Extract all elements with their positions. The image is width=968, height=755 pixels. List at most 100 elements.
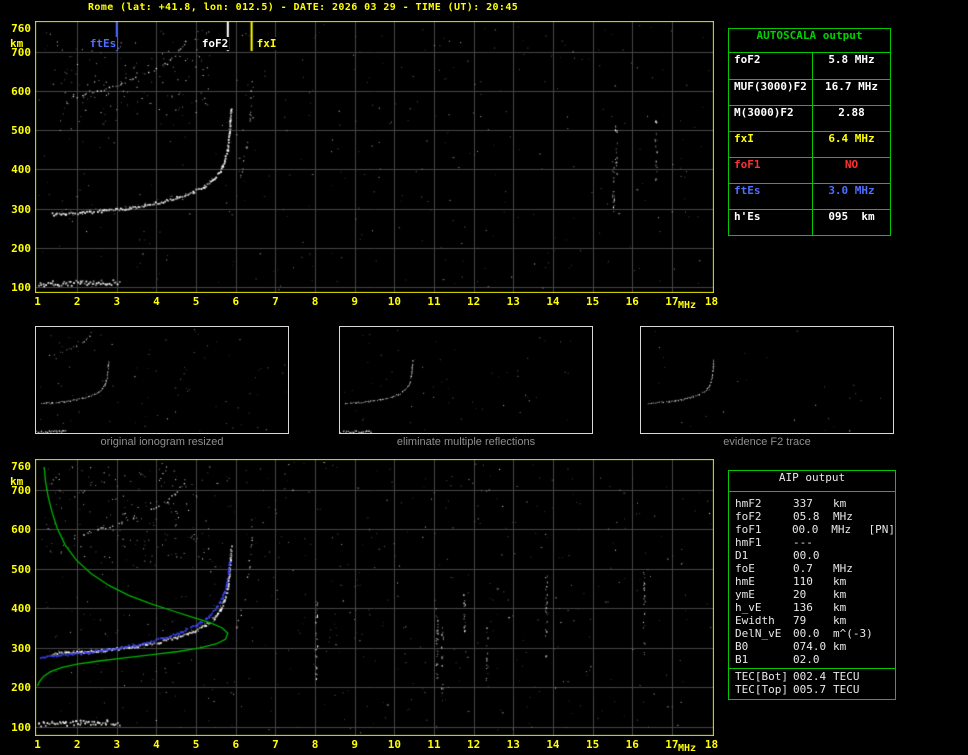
aip-row-b0: B0 074.0 km bbox=[729, 640, 895, 653]
row-label: D1 bbox=[735, 549, 749, 562]
row-unit: TECU bbox=[833, 670, 860, 683]
aip-row-tecbot: TEC[Bot] 002.4 TECU bbox=[729, 670, 895, 683]
row-unit: MHz bbox=[833, 510, 853, 523]
x-axis-label: 18 bbox=[704, 738, 719, 751]
row-value: 002.4 bbox=[793, 670, 827, 683]
row-value: 00.0 bbox=[793, 627, 820, 640]
thumbnail-f2-trace-canvas bbox=[641, 327, 893, 433]
row-label: foF1 bbox=[735, 523, 762, 536]
thumbnail-original-ionogram bbox=[35, 326, 289, 434]
mhz-unit-label: MHz bbox=[678, 300, 697, 311]
row-label: DelN_vE bbox=[735, 627, 782, 640]
aip-row-fof2: foF2 05.8 MHz bbox=[729, 510, 895, 523]
x-axis-label: 9 bbox=[351, 738, 358, 751]
row-extra bbox=[871, 670, 895, 683]
x-axis-label: 5 bbox=[192, 295, 200, 308]
x-axis-label: 7 bbox=[272, 295, 279, 308]
row-extra bbox=[871, 562, 895, 575]
thumbnail-multiple-reflections bbox=[339, 326, 593, 434]
row-unit bbox=[833, 549, 871, 562]
x-axis-label: 2 bbox=[73, 295, 81, 308]
row-extra bbox=[871, 640, 895, 653]
row-label: M(3000)F2 bbox=[729, 106, 813, 131]
row-label: B1 bbox=[735, 653, 749, 666]
aip-row-foe: foE 0.7 MHz bbox=[729, 562, 895, 575]
x-axis-label: 10 bbox=[387, 295, 401, 308]
thumbnail-caption-reflections: eliminate multiple reflections bbox=[396, 436, 536, 448]
x-axis-label: 15 bbox=[585, 738, 600, 751]
thumbnail-original-canvas bbox=[36, 327, 288, 433]
row-value: 5.8 MHz bbox=[828, 53, 875, 66]
x-axis-label: 4 bbox=[153, 738, 160, 751]
row-value: NO bbox=[844, 158, 859, 171]
row-extra bbox=[871, 601, 895, 614]
autoscala-row-hes: h'Es 095 km bbox=[729, 209, 890, 235]
row-unit bbox=[833, 653, 871, 666]
x-axis-label: 2 bbox=[73, 738, 81, 751]
row-extra bbox=[871, 549, 895, 562]
row-label: foF2 bbox=[735, 510, 762, 523]
thumbnail-caption-original: original ionogram resized bbox=[100, 436, 224, 448]
thumbnail-multiple-reflections-canvas bbox=[340, 327, 592, 433]
row-value: 136 bbox=[793, 601, 813, 614]
row-extra bbox=[871, 683, 895, 696]
row-unit: km bbox=[833, 640, 847, 653]
row-value: 074.0 bbox=[793, 640, 827, 653]
y-axis-label: 400 bbox=[11, 163, 31, 177]
tec-separator bbox=[729, 668, 895, 669]
x-axis-label: 7 bbox=[272, 738, 279, 751]
aip-row-d1: D1 00.0 bbox=[729, 549, 895, 562]
x-axis-label: 12 bbox=[467, 295, 481, 308]
row-label: ymE bbox=[735, 588, 755, 601]
row-value: 3.0 MHz bbox=[828, 184, 875, 197]
autoscala-output-panel: AUTOSCALA output foF2 5.8 MHz MUF(3000)F2 1… bbox=[728, 28, 891, 236]
bottom-ionogram-canvas bbox=[35, 459, 714, 736]
row-label: hmE bbox=[735, 575, 755, 588]
row-label: hmF2 bbox=[735, 497, 762, 510]
autoscala-title: AUTOSCALA output bbox=[729, 29, 890, 53]
x-axis-label: 3 bbox=[113, 295, 121, 308]
row-label: ftEs bbox=[729, 184, 813, 209]
y-axis-label: 200 bbox=[11, 681, 31, 695]
autoscala-rows: foF2 5.8 MHz MUF(3000)F2 16.7 MHz M(3000)F2 2… bbox=[729, 53, 890, 235]
row-unit: km bbox=[833, 614, 847, 627]
x-axis-label: 5 bbox=[192, 738, 200, 751]
aip-row-yme: ymE 20 km bbox=[729, 588, 895, 601]
row-extra bbox=[871, 536, 895, 549]
x-axis-label: 13 bbox=[506, 295, 520, 308]
aip-row-hve: h_vE 136 km bbox=[729, 601, 895, 614]
x-axis-label: 13 bbox=[506, 738, 520, 751]
row-label: Ewidth bbox=[735, 614, 775, 627]
row-value: 0.7 bbox=[793, 562, 813, 575]
thumbnail-caption-f2: evidence F2 trace bbox=[723, 436, 811, 448]
row-unit bbox=[833, 536, 871, 549]
x-axis-label: 14 bbox=[546, 738, 560, 751]
y-axis-label: 500 bbox=[11, 124, 31, 138]
row-unit: m^(-3) bbox=[833, 627, 873, 640]
aip-row-b1: B1 02.0 bbox=[729, 653, 895, 666]
autoscala-row-fxi: fxI 6.4 MHz bbox=[729, 131, 890, 157]
autoscala-row-muf3000f2: MUF(3000)F2 16.7 MHz bbox=[729, 79, 890, 105]
row-label: TEC[Bot] bbox=[735, 670, 788, 683]
row-label: fxI bbox=[729, 132, 813, 157]
autoscala-row-fof1: foF1 NO bbox=[729, 157, 890, 183]
marker-label-ftes: ftEs bbox=[88, 37, 118, 50]
x-axis-label: 8 bbox=[311, 295, 319, 308]
aip-row-hme: hmE 110 km bbox=[729, 575, 895, 588]
row-extra bbox=[871, 588, 895, 601]
x-axis-label: 16 bbox=[625, 738, 639, 751]
row-label: h'Es bbox=[729, 210, 813, 235]
autoscala-row-ftes: ftEs 3.0 MHz bbox=[729, 183, 890, 209]
x-axis-label: 6 bbox=[232, 738, 240, 751]
x-axis-label: 15 bbox=[585, 295, 600, 308]
aip-row-fof1: foF1 00.0 MHz [PN] bbox=[729, 523, 895, 536]
row-unit: km bbox=[833, 575, 847, 588]
marker-label-fof2: foF2 bbox=[200, 37, 230, 50]
row-unit: km bbox=[833, 588, 847, 601]
autoscala-row-m3000f2: M(3000)F2 2.88 bbox=[729, 105, 890, 131]
autoscala-row-fof2: foF2 5.8 MHz bbox=[729, 53, 890, 79]
aip-row-delnve: DelN_vE 00.0 m^(-3) bbox=[729, 627, 895, 640]
row-unit: MHz bbox=[831, 523, 852, 536]
row-label: MUF(3000)F2 bbox=[729, 80, 813, 105]
x-axis-label: 4 bbox=[153, 295, 160, 308]
